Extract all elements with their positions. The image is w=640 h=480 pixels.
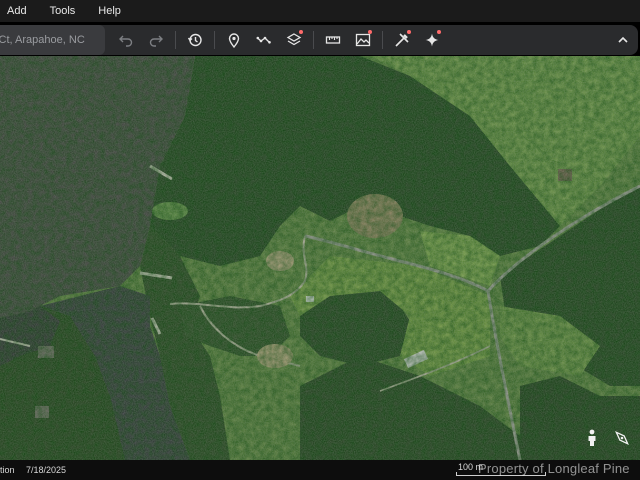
menu-help[interactable]: Help bbox=[90, 5, 129, 17]
satellite-map-view[interactable] bbox=[0, 56, 640, 460]
measure-button[interactable] bbox=[318, 25, 348, 55]
history-button[interactable] bbox=[180, 25, 210, 55]
toolbar-divider bbox=[214, 31, 215, 49]
redo-icon bbox=[149, 35, 163, 47]
status-attribution: tion bbox=[0, 465, 15, 475]
menu-bar: Add Tools Help bbox=[0, 0, 640, 22]
menu-add[interactable]: Add bbox=[0, 5, 42, 17]
layers-icon bbox=[286, 33, 302, 46]
toolbar: y Ct, Arapahoe, NC bbox=[0, 25, 638, 55]
compass-button[interactable] bbox=[610, 426, 634, 450]
map-controls bbox=[580, 426, 634, 450]
toolbar-divider bbox=[313, 31, 314, 49]
history-icon bbox=[187, 33, 202, 47]
menu-tools[interactable]: Tools bbox=[42, 5, 91, 17]
notification-dot bbox=[299, 30, 303, 34]
notification-dot bbox=[437, 30, 441, 34]
redo-button[interactable] bbox=[141, 25, 171, 55]
compass-icon bbox=[615, 431, 629, 445]
tools-icon bbox=[395, 33, 409, 47]
layers-button[interactable] bbox=[279, 25, 309, 55]
tools-button[interactable] bbox=[387, 25, 417, 55]
collapse-toolbar-button[interactable] bbox=[608, 25, 638, 55]
add-path-button[interactable] bbox=[249, 25, 279, 55]
imagery-date: 7/18/2025 bbox=[26, 465, 67, 475]
notification-dot bbox=[407, 30, 411, 34]
pegman-icon bbox=[588, 429, 596, 446]
search-input-value: y Ct, Arapahoe, NC bbox=[0, 34, 85, 46]
toolbar-divider bbox=[175, 31, 176, 49]
undo-icon bbox=[119, 35, 133, 47]
satellite-imagery[interactable] bbox=[0, 56, 640, 460]
path-icon bbox=[256, 36, 271, 44]
ai-button[interactable] bbox=[417, 25, 447, 55]
collapse-icon bbox=[618, 36, 628, 43]
search-input[interactable]: y Ct, Arapahoe, NC bbox=[0, 25, 105, 55]
placemark-icon bbox=[228, 33, 240, 48]
add-placemark-button[interactable] bbox=[219, 25, 249, 55]
toolbar-divider bbox=[382, 31, 383, 49]
ruler-icon bbox=[325, 36, 341, 44]
terrain-icon bbox=[355, 33, 371, 47]
undo-button[interactable] bbox=[111, 25, 141, 55]
watermark: Property of Longleaf Pine bbox=[478, 461, 630, 476]
street-view-button[interactable] bbox=[580, 426, 604, 450]
notification-dot bbox=[368, 30, 372, 34]
terrain-button[interactable] bbox=[348, 25, 378, 55]
sparkle-icon bbox=[425, 33, 439, 47]
